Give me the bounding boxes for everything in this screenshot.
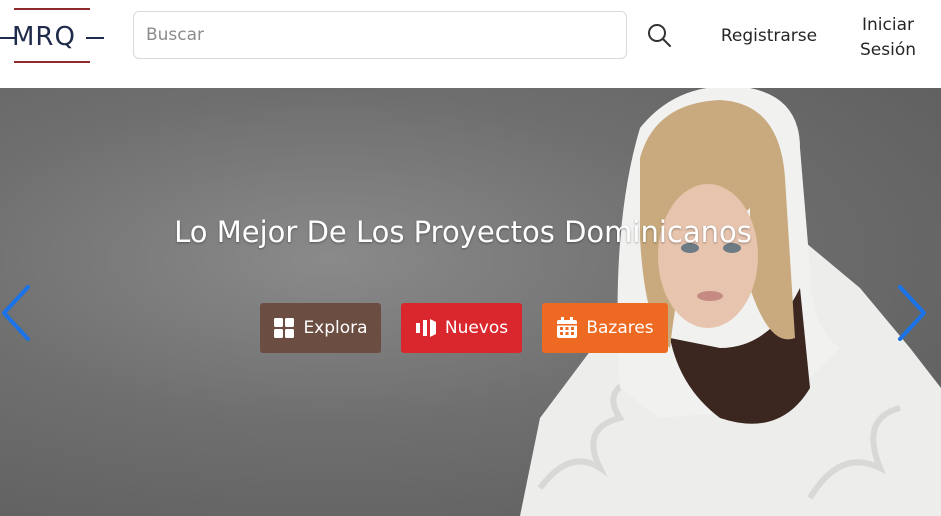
site-logo[interactable]: MRQ (0, 8, 104, 64)
login-label-line2: Sesión (859, 40, 916, 60)
hero-photo (520, 88, 941, 516)
hero-carousel: Lo Mejor De Los Proyectos Dominicanos Ex… (0, 88, 941, 516)
carousel-next-button[interactable] (894, 283, 928, 343)
bazaars-button[interactable]: Bazares (542, 303, 668, 353)
calendar-icon (557, 317, 578, 338)
chevron-left-icon (2, 285, 30, 341)
hero-title: Lo Mejor De Los Proyectos Dominicanos (174, 215, 752, 249)
bars-icon (415, 319, 436, 337)
search-input[interactable] (133, 11, 627, 59)
new-button[interactable]: Nuevos (401, 303, 522, 353)
search-icon[interactable] (644, 20, 674, 50)
logo-text: MRQ (12, 22, 76, 52)
explore-button[interactable]: Explora (260, 303, 381, 353)
grid-icon (274, 318, 295, 338)
logo-line-right (86, 37, 104, 39)
explore-button-label: Explora (303, 318, 368, 338)
bazaars-button-label: Bazares (586, 318, 654, 338)
new-button-label: Nuevos (444, 318, 509, 338)
logo-line-bottom (14, 61, 90, 63)
login-link[interactable]: Iniciar Sesión (846, 13, 930, 63)
register-link[interactable]: Registrarse (714, 26, 824, 46)
carousel-prev-button[interactable] (0, 283, 34, 343)
site-header: MRQ Registrarse Iniciar Sesión (0, 0, 941, 88)
chevron-right-icon (898, 285, 926, 341)
login-label-line1: Iniciar (862, 15, 914, 35)
logo-line-top (14, 8, 90, 10)
